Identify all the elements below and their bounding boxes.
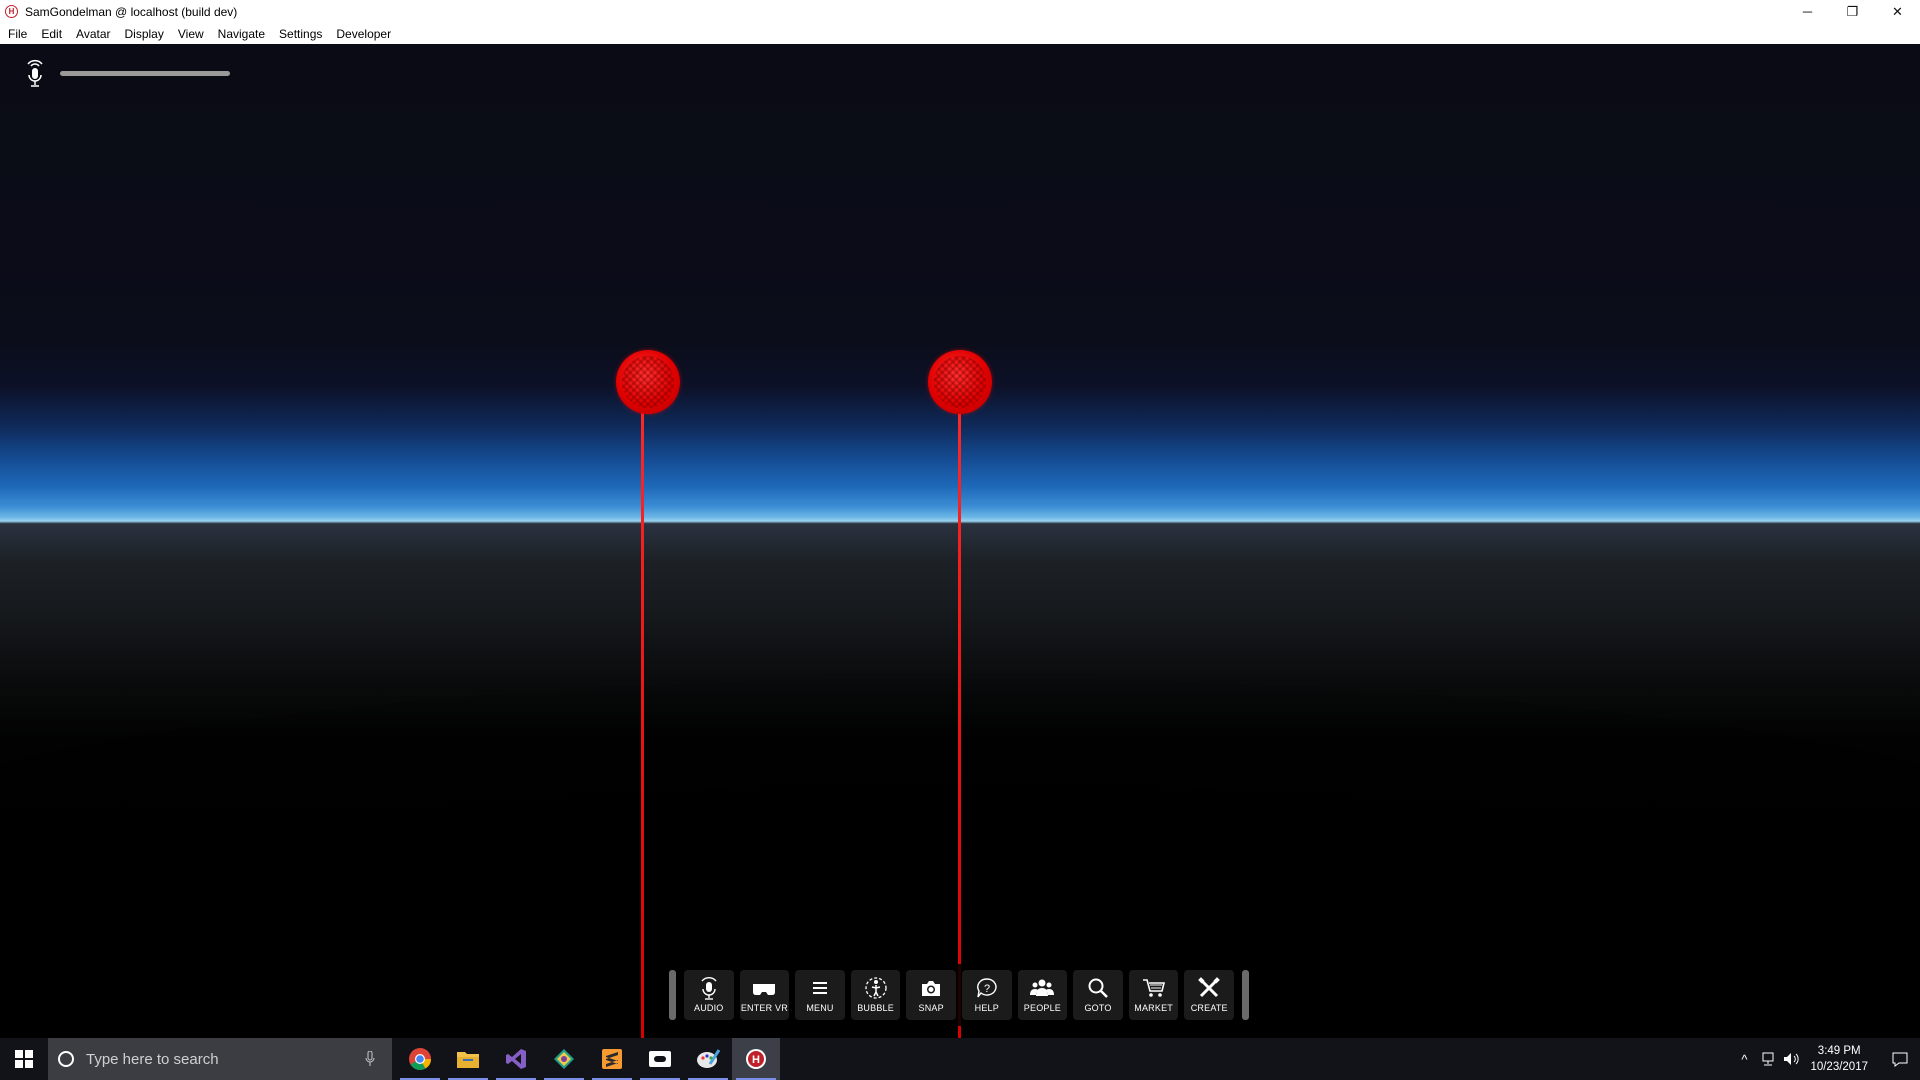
sublime-text-icon[interactable] [588,1038,636,1080]
network-icon[interactable] [1756,1052,1780,1066]
system-clock[interactable]: 3:49 PM 10/23/2017 [1810,1043,1868,1075]
market-label: MARKET [1134,1003,1173,1013]
chrome-icon[interactable] [396,1038,444,1080]
search-mic-icon[interactable] [360,1051,380,1067]
windows-logo-icon [15,1050,33,1068]
toolbar-left-handle[interactable] [669,970,676,1020]
start-button[interactable] [0,1038,48,1080]
enter-vr-label: ENTER VR [740,1003,788,1013]
file-explorer-icon[interactable] [444,1038,492,1080]
menu-button[interactable]: MENU [795,970,845,1020]
restore-button[interactable]: ❐ [1830,0,1875,23]
vr-headset-icon [753,984,776,995]
cart-icon [1142,979,1165,997]
menu-label: MENU [806,1003,834,1013]
svg-text:H: H [752,1054,760,1066]
snap-button[interactable]: SNAP [906,970,956,1020]
camera-icon [922,981,941,996]
menu-bar: File Edit Avatar Display View Navigate S… [0,23,1920,44]
right-laser-beam [958,372,961,1038]
app-icon: H [5,5,18,18]
svg-text:?: ? [984,983,990,995]
search-placeholder: Type here to search [86,1050,219,1068]
gitkraken-icon[interactable] [540,1038,588,1080]
tools-icon [1198,977,1221,998]
menu-edit[interactable]: Edit [35,27,68,41]
help-button[interactable]: ? HELP [962,970,1012,1020]
help-label: HELP [974,1003,999,1013]
create-button[interactable]: CREATE [1184,970,1235,1020]
bubble-icon [864,977,887,999]
people-button[interactable]: PEOPLE [1017,970,1068,1020]
window-title: SamGondelman @ localhost (build dev) [25,4,238,19]
help-icon: ? [976,978,997,998]
taskbar-apps: H [396,1038,780,1080]
action-center-icon[interactable] [1880,1052,1920,1067]
bubble-button[interactable]: BUBBLE [850,970,901,1020]
right-laser-pointer [928,350,992,414]
mic-icon [701,977,717,1000]
menu-developer[interactable]: Developer [330,27,397,41]
clock-date: 10/23/2017 [1810,1061,1868,1073]
taskbar-search[interactable]: Type here to search [48,1038,392,1080]
world-viewport[interactable]: AUDIO ENTER VR MENU BUBBLE SNAP ? HELP P… [0,44,1920,1038]
left-laser-beam [641,372,644,1038]
high-fidelity-icon[interactable]: H [732,1038,780,1080]
minimize-button[interactable]: ─ [1785,0,1830,23]
windows-taskbar: Type here to search H ^ 3:49 PM 10/23/20… [0,1038,1920,1080]
search-icon [1088,978,1108,998]
goto-label: GOTO [1084,1003,1112,1013]
mic-icon[interactable] [24,58,46,90]
hamburger-icon [812,982,827,994]
audio-button[interactable]: AUDIO [683,970,734,1020]
audio-label: AUDIO [694,1003,724,1013]
paint-icon[interactable] [684,1038,732,1080]
create-label: CREATE [1190,1003,1228,1013]
menu-settings[interactable]: Settings [273,27,328,41]
bubble-label: BUBBLE [857,1003,894,1013]
cortana-icon [58,1051,74,1067]
show-hidden-icons-chevron[interactable]: ^ [1732,1052,1756,1067]
people-icon [1030,979,1055,996]
goto-button[interactable]: GOTO [1073,970,1123,1020]
close-button[interactable]: ✕ [1875,0,1920,23]
menu-avatar[interactable]: Avatar [70,27,116,41]
menu-view[interactable]: View [172,27,210,41]
oculus-icon[interactable] [636,1038,684,1080]
hifi-toolbar: AUDIO ENTER VR MENU BUBBLE SNAP ? HELP P… [664,964,1254,1026]
left-laser-pointer [616,350,680,414]
window-controls: ─ ❐ ✕ [1785,0,1920,23]
snap-label: SNAP [918,1003,944,1013]
system-tray: ^ 3:49 PM 10/23/2017 [1732,1038,1920,1080]
title-bar: H SamGondelman @ localhost (build dev) ─… [0,0,1920,23]
menu-navigate[interactable]: Navigate [212,27,271,41]
input-level-meter [60,71,230,76]
enter-vr-button[interactable]: ENTER VR [739,970,790,1020]
clock-time: 3:49 PM [1817,1045,1861,1057]
market-button[interactable]: MARKET [1128,970,1179,1020]
menu-file[interactable]: File [2,27,33,41]
toolbar-right-handle[interactable] [1242,970,1249,1020]
menu-display[interactable]: Display [119,27,170,41]
people-label: PEOPLE [1023,1003,1062,1013]
visual-studio-icon[interactable] [492,1038,540,1080]
volume-icon[interactable] [1780,1052,1804,1066]
